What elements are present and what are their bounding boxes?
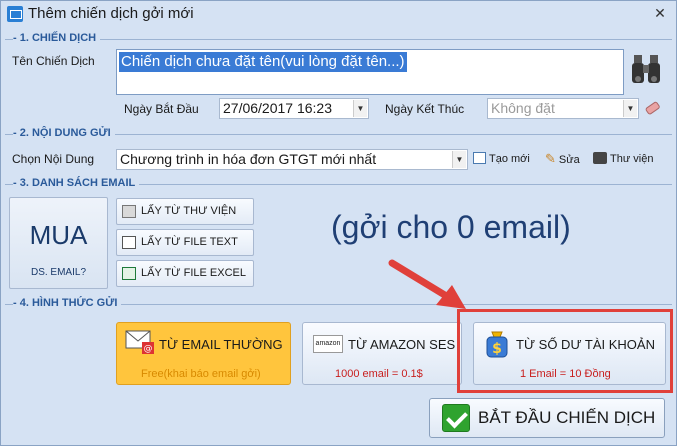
from-text-file-button[interactable]: LẤY TỪ FILE TEXT [116, 229, 254, 256]
text-file-icon [122, 236, 136, 249]
section-header-campaign: - 1. CHIẾN DỊCH [13, 32, 101, 44]
pencil-icon: ✎ [545, 151, 556, 166]
campaign-dialog: Thêm chiến dịch gởi mới ✕ - 1. CHIẾN DỊC… [0, 0, 677, 446]
method-regular-email[interactable]: @ TỪ EMAIL THƯỜNG Free(khai báo email gở… [116, 322, 291, 385]
campaign-name-value: Chiến dịch chưa đặt tên(vui lòng đặt tên… [119, 52, 407, 72]
method-regular-title: TỪ EMAIL THƯỜNG [159, 337, 283, 352]
window-title: Thêm chiến dịch gởi mới [28, 5, 194, 22]
buy-email-list-button[interactable]: MUA DS. EMAIL? [9, 197, 108, 289]
method-regular-sub: Free(khai báo email gởi) [141, 368, 261, 380]
chevron-down-icon[interactable]: ▼ [623, 100, 637, 117]
campaign-name-field[interactable]: Chiến dịch chưa đặt tên(vui lòng đặt tên… [116, 49, 624, 95]
edit-content-label: Sửa [558, 154, 580, 166]
campaign-name-label: Tên Chiến Dịch [12, 54, 95, 68]
title-bar: Thêm chiến dịch gởi mới ✕ [1, 1, 676, 27]
recipient-count: (gởi cho 0 email) [331, 209, 571, 245]
section-header-email-list: - 3. DANH SÁCH EMAIL [13, 177, 140, 189]
new-document-icon [473, 152, 486, 164]
edit-content-button[interactable]: ✎ Sửa [545, 149, 580, 169]
highlight-box [457, 309, 673, 393]
content-label: Chọn Nội Dung [12, 152, 95, 166]
section-header-send-method: - 4. HÌNH THỨC GỬI [13, 297, 122, 309]
method-amazon-sub: 1000 email = 0.1$ [335, 368, 423, 380]
content-select-value: Chương trình in hóa đơn GTGT mới nhất [120, 151, 377, 167]
from-library-label: LẤY TỪ THƯ VIỆN [141, 205, 237, 217]
chevron-down-icon[interactable]: ▼ [452, 151, 466, 168]
eraser-icon[interactable] [643, 99, 661, 117]
section-divider [5, 39, 672, 40]
method-amazon-title: TỪ AMAZON SES [348, 337, 456, 352]
mail-icon [7, 6, 23, 22]
binoculars-icon[interactable] [631, 53, 661, 85]
svg-text:@: @ [144, 344, 153, 354]
new-content-label: Tạo mới [489, 153, 530, 165]
arrow-annotation-icon [388, 259, 466, 309]
chevron-down-icon[interactable]: ▼ [353, 100, 367, 117]
end-date-picker[interactable]: Không đặt ▼ [487, 98, 639, 119]
start-date-picker[interactable]: 27/06/2017 16:23 ▼ [219, 98, 369, 119]
library-button[interactable]: Thư viện [593, 149, 653, 169]
method-amazon-ses[interactable]: amazon TỪ AMAZON SES 1000 email = 0.1$ [302, 322, 462, 385]
library-label: Thư viện [610, 153, 654, 165]
from-excel-label: LẤY TỪ FILE EXCEL [141, 267, 246, 279]
start-campaign-label: BẮT ĐẦU CHIẾN DỊCH [478, 408, 656, 427]
end-date-label: Ngày Kết Thúc [385, 102, 465, 116]
buy-label: MUA [29, 220, 88, 250]
buy-sub-label: DS. EMAIL? [30, 267, 87, 278]
end-date-placeholder: Không đặt [491, 100, 555, 116]
new-content-button[interactable]: Tạo mới [473, 149, 530, 169]
from-excel-file-button[interactable]: LẤY TỪ FILE EXCEL [116, 260, 254, 287]
check-icon [442, 404, 470, 432]
start-campaign-button[interactable]: BẮT ĐẦU CHIẾN DỊCH [429, 398, 665, 438]
email-icon: @ [125, 330, 154, 354]
close-button[interactable]: ✕ [652, 5, 668, 21]
excel-file-icon [122, 267, 136, 280]
from-library-button[interactable]: LẤY TỪ THƯ VIỆN [116, 198, 254, 225]
from-text-label: LẤY TỪ FILE TEXT [141, 236, 238, 248]
amazon-icon: amazon [313, 335, 343, 353]
library-icon [122, 205, 136, 218]
start-date-label: Ngày Bắt Đầu [124, 102, 199, 116]
start-date-value: 27/06/2017 16:23 [223, 100, 332, 116]
section-header-content: - 2. NỘI DUNG GỬI [13, 127, 115, 139]
binoculars-icon [593, 152, 607, 164]
content-select[interactable]: Chương trình in hóa đơn GTGT mới nhất ▼ [116, 149, 468, 170]
